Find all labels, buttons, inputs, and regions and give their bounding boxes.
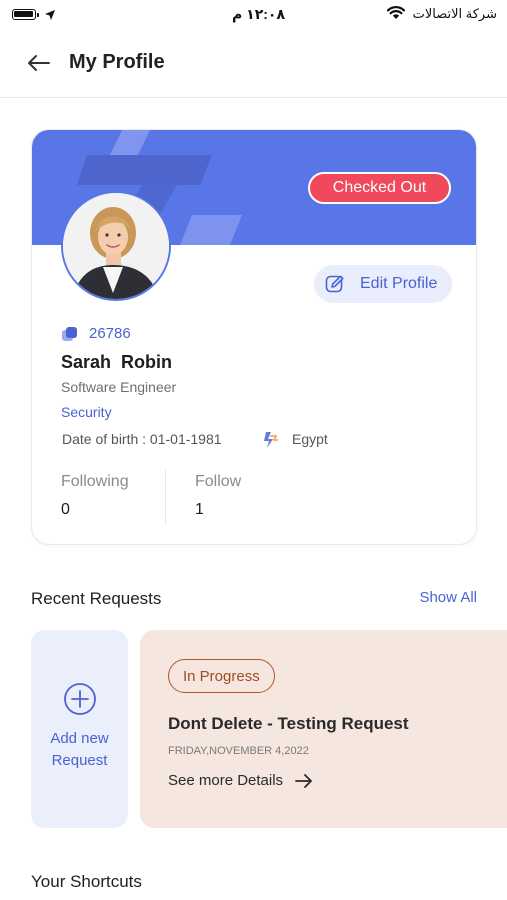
stat-divider <box>165 470 166 525</box>
shortcuts-title: Your Shortcuts <box>31 872 142 891</box>
stat-value: 0 <box>61 501 70 518</box>
see-more-details-link[interactable]: See more Details <box>168 772 313 789</box>
country: Egypt <box>292 431 328 447</box>
arrow-left-icon <box>28 55 50 71</box>
department-label: Security <box>61 404 112 420</box>
request-status-badge: In Progress <box>168 659 275 693</box>
employee-id-row: 26786 <box>61 325 131 342</box>
see-more-label: See more Details <box>168 772 284 789</box>
add-request-button[interactable]: Add new Request <box>31 630 128 828</box>
location-arrow-icon <box>45 10 55 20</box>
employee-id: 26786 <box>89 325 131 342</box>
date-of-birth: Date of birth : 01-01-1981 <box>62 431 222 447</box>
page-title: My Profile <box>69 51 165 73</box>
add-request-label: Add new Request <box>50 730 109 769</box>
avatar-illustration <box>63 193 169 299</box>
stat-follow[interactable]: Follow 1 <box>195 473 241 519</box>
top-header: My Profile <box>0 30 507 98</box>
status-carrier: شركة الاتصالات <box>412 6 497 21</box>
status-bar: ١٢:٠٨ م شركة الاتصالات <box>0 0 507 30</box>
stat-following[interactable]: Following 0 <box>61 473 129 519</box>
attendance-status-badge: Checked Out <box>308 172 451 204</box>
profile-avatar <box>61 191 171 301</box>
plus-circle-icon <box>63 683 96 715</box>
profile-card: Checked Out Edit Profile 26786 Sarah Rob… <box>31 129 477 545</box>
edit-profile-button[interactable]: Edit Profile <box>314 265 452 303</box>
badge-icon <box>62 326 77 341</box>
show-all-link[interactable]: Show All <box>419 589 477 606</box>
request-card[interactable]: In Progress Dont Delete - Testing Reques… <box>140 630 507 828</box>
recent-requests-title: Recent Requests <box>31 589 162 608</box>
location-pin-icon <box>264 432 278 448</box>
arrow-right-icon <box>295 773 312 788</box>
wifi-icon <box>386 6 406 19</box>
request-date: FRIDAY,NOVEMBER 4,2022 <box>168 745 309 757</box>
status-time: ١٢:٠٨ م <box>232 6 285 22</box>
request-title: Dont Delete - Testing Request <box>168 714 409 733</box>
user-name: Sarah Robin <box>61 352 173 372</box>
stat-label: Following <box>61 473 129 490</box>
job-title: Software Engineer <box>61 379 177 395</box>
edit-profile-label: Edit Profile <box>360 275 438 292</box>
stat-value: 1 <box>195 501 204 518</box>
edit-icon <box>325 275 344 293</box>
back-button[interactable] <box>24 48 54 78</box>
battery-icon <box>12 9 39 20</box>
stat-label: Follow <box>195 473 242 490</box>
